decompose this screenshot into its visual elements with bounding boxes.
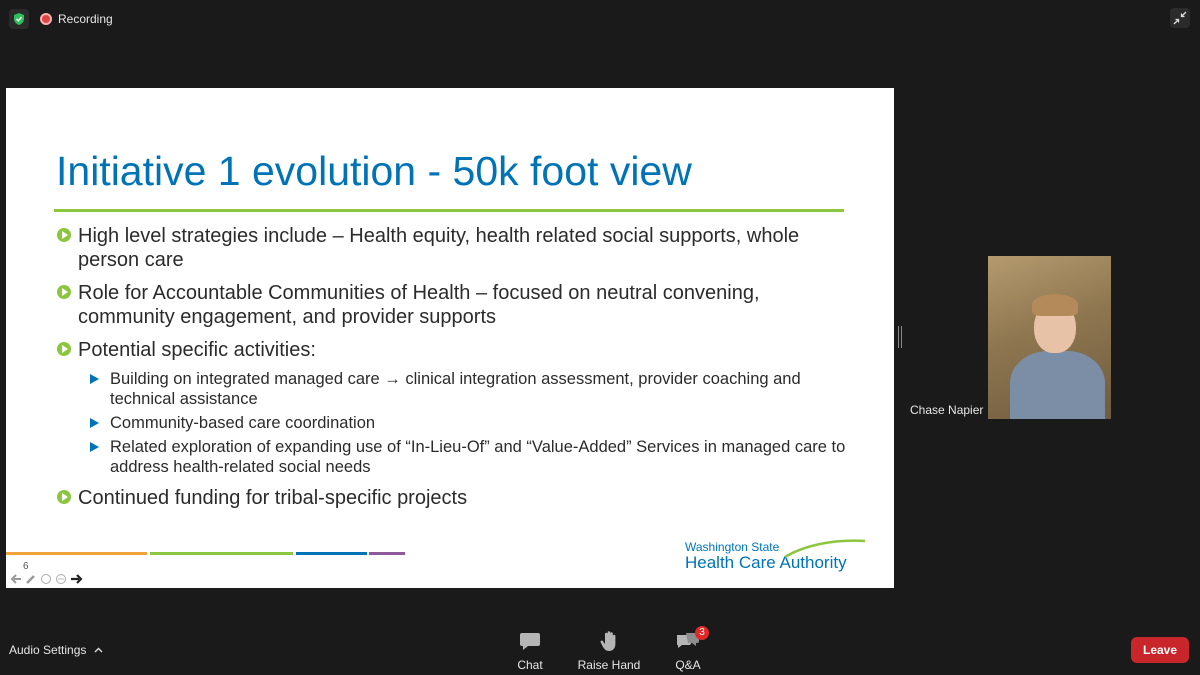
green-bullet-icon (57, 285, 71, 299)
bullet-text: Potential specific activities: (78, 339, 316, 361)
previous-slide-icon[interactable] (10, 572, 22, 588)
slide-bullet-list: High level strategies include – Health e… (56, 224, 846, 519)
bullet-item: Continued funding for tribal-specific pr… (56, 486, 846, 510)
participant-hair (1032, 294, 1078, 316)
blue-triangle-bullet-icon (90, 442, 99, 452)
pen-icon[interactable] (25, 572, 37, 588)
blue-triangle-bullet-icon (90, 418, 99, 428)
footer-bar-blue (296, 552, 367, 555)
slide-number: 6 (23, 561, 29, 572)
chat-icon (495, 630, 565, 652)
green-bullet-icon (57, 342, 71, 356)
security-shield-icon[interactable] (9, 9, 29, 29)
audio-settings-label: Audio Settings (9, 643, 87, 657)
leave-button[interactable]: Leave (1131, 637, 1189, 663)
recording-dot-icon (40, 13, 52, 25)
blue-triangle-bullet-icon (90, 374, 99, 384)
sub-bullet-text: Building on integrated managed care → cl… (110, 370, 801, 408)
qa-icon: 3 (653, 626, 723, 652)
shared-slide: Initiative 1 evolution - 50k foot view H… (6, 88, 894, 588)
chat-button[interactable]: Chat (495, 630, 565, 672)
participant-name: Chase Napier (906, 401, 988, 419)
raise-hand-button[interactable]: Raise Hand (574, 630, 644, 672)
bullet-item: Potential specific activities: (56, 338, 846, 362)
bullet-text: Role for Accountable Communities of Heal… (78, 282, 760, 328)
title-divider (54, 209, 844, 212)
sub-bullet-text: Community-based care coordination (110, 414, 376, 432)
footer-bar-purple (369, 552, 405, 555)
sub-bullet-list: Building on integrated managed care → cl… (90, 369, 846, 477)
more-options-icon[interactable] (55, 572, 67, 588)
participant-video-tile[interactable] (988, 256, 1111, 419)
participant-body (1010, 351, 1105, 419)
footer-bar-orange (6, 552, 147, 555)
sub-bullet-item: Related exploration of expanding use of … (90, 437, 846, 477)
qa-button[interactable]: 3 Q&A (653, 626, 723, 672)
logo-swoosh-icon (784, 539, 866, 559)
sub-bullet-text: Related exploration of expanding use of … (110, 438, 846, 476)
bullet-item: High level strategies include – Health e… (56, 224, 846, 272)
raise-hand-label: Raise Hand (577, 658, 641, 672)
footer-bar-green (150, 552, 293, 555)
hand-icon (574, 630, 644, 652)
next-slide-icon[interactable] (70, 572, 84, 588)
zoom-icon[interactable] (40, 572, 52, 588)
sub-bullet-item: Community-based care coordination (90, 413, 846, 433)
recording-indicator[interactable]: Recording (40, 8, 113, 30)
sub-bullet-item: Building on integrated managed care → cl… (90, 369, 846, 409)
bullet-text: High level strategies include – Health e… (78, 225, 800, 271)
hca-logo: Washington State Health Care Authority (685, 539, 866, 572)
recording-label: Recording (58, 12, 113, 26)
slide-show-toolbar (10, 572, 84, 588)
slide-title: Initiative 1 evolution - 50k foot view (56, 148, 692, 194)
chat-label: Chat (517, 658, 543, 672)
bullet-text: Continued funding for tribal-specific pr… (78, 487, 468, 509)
bullet-item: Role for Accountable Communities of Heal… (56, 281, 846, 329)
chevron-up-icon (94, 647, 103, 653)
qa-count-badge: 3 (695, 626, 709, 640)
panel-resize-handle[interactable] (898, 326, 902, 348)
exit-fullscreen-icon (1173, 11, 1187, 25)
audio-settings-button[interactable]: Audio Settings (9, 643, 103, 657)
qa-label: Q&A (675, 658, 701, 672)
green-bullet-icon (57, 490, 71, 504)
exit-fullscreen-button[interactable] (1170, 8, 1190, 28)
green-bullet-icon (57, 228, 71, 242)
